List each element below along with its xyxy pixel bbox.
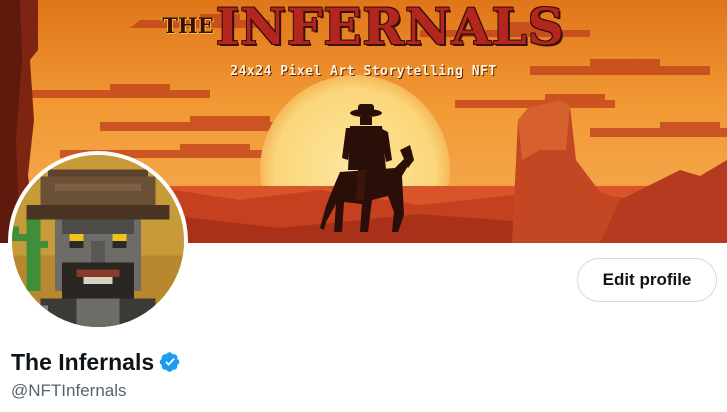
verified-badge-icon[interactable] bbox=[159, 351, 181, 373]
banner-title-prefix: THE bbox=[162, 13, 214, 38]
profile-avatar[interactable] bbox=[8, 151, 188, 331]
pixel-cowboy-avatar-art bbox=[12, 155, 184, 327]
avatar-image bbox=[12, 155, 184, 327]
edit-profile-button[interactable]: Edit profile bbox=[577, 258, 717, 302]
profile-handle: @NFTInfernals bbox=[11, 381, 127, 400]
banner-tagline: 24x24 Pixel Art Storytelling NFT bbox=[230, 64, 497, 79]
profile-display-name: The Infernals bbox=[11, 349, 155, 375]
banner-title-main: INFERNALS bbox=[215, 0, 565, 56]
banner-title: THEINFERNALS bbox=[0, 2, 727, 52]
profile-display-name-row: The Infernals bbox=[11, 347, 181, 377]
